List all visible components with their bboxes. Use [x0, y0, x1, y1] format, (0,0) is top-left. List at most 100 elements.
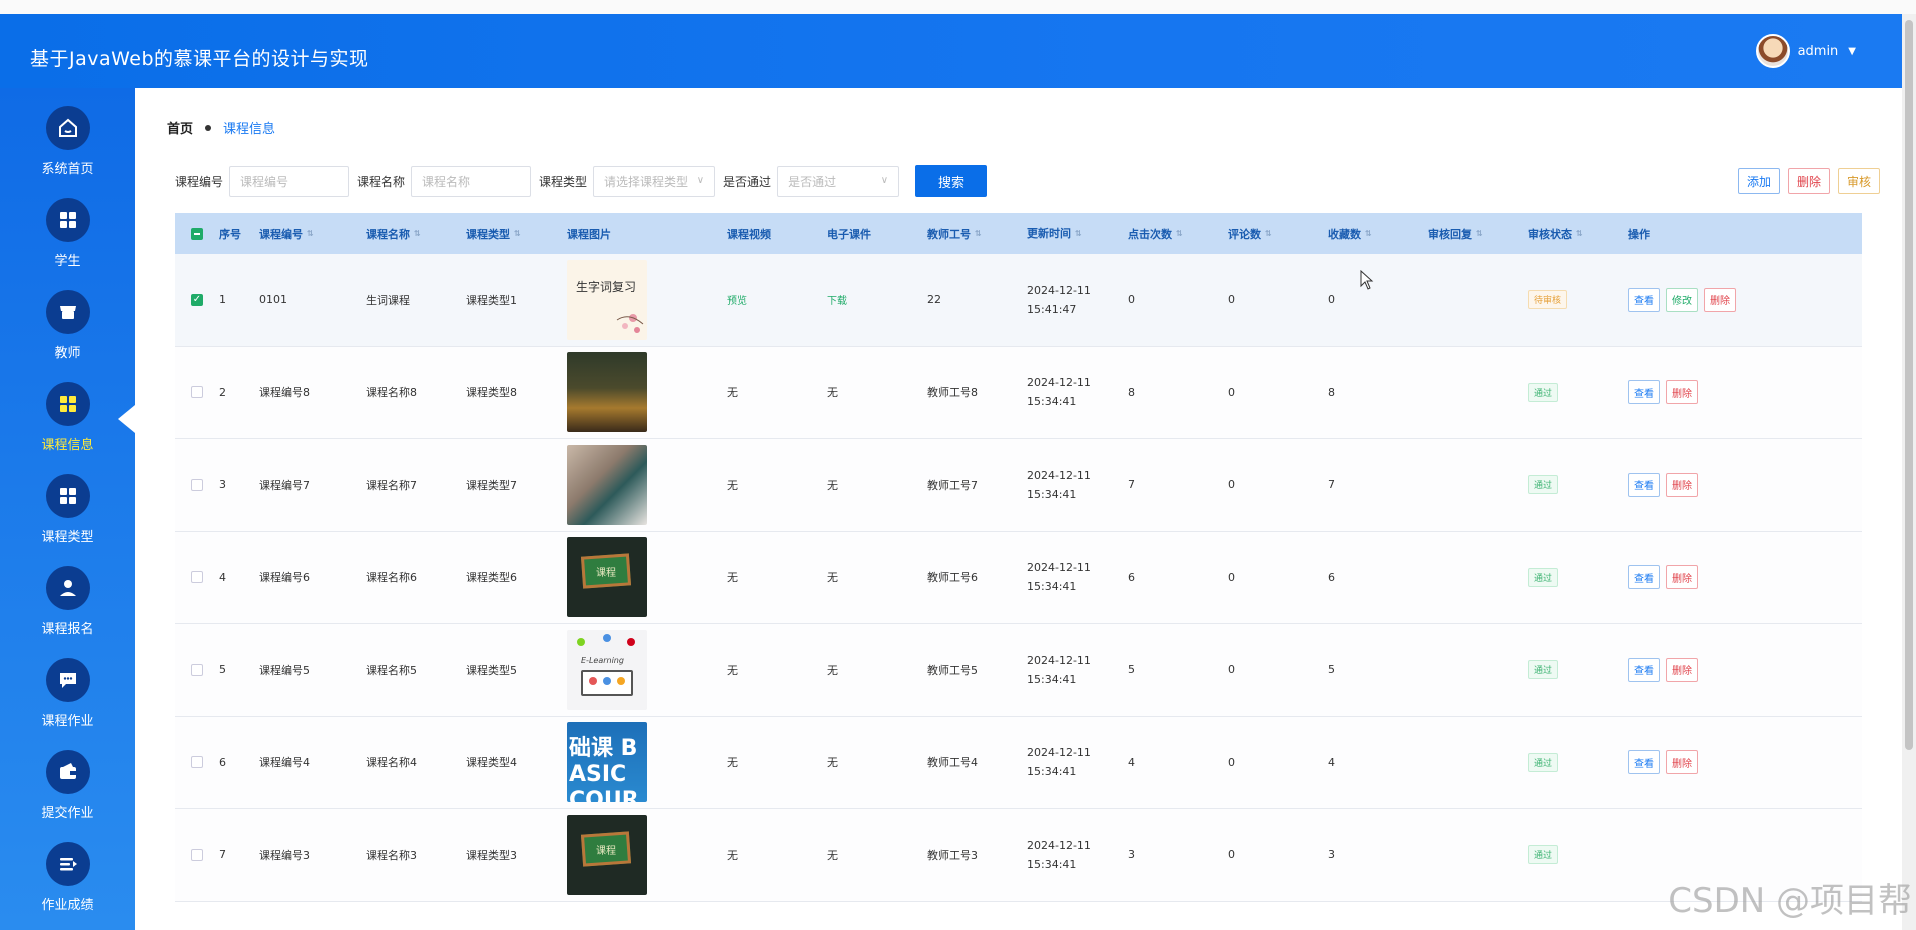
- cell-favorites: 4: [1328, 755, 1335, 769]
- cell-courseware: 无: [827, 386, 838, 400]
- sidebar-item-label: 提交作业: [41, 806, 94, 821]
- view-button[interactable]: 查看: [1628, 657, 1660, 682]
- sidebar-item-course-info[interactable]: 课程信息: [0, 382, 135, 474]
- select-all-checkbox[interactable]: [175, 227, 219, 240]
- course-thumbnail[interactable]: [567, 444, 647, 525]
- user-menu[interactable]: admin ▼: [1755, 34, 1856, 68]
- sidebar-item-homework[interactable]: 课程作业: [0, 658, 135, 750]
- sort-icon[interactable]: ⇅: [975, 229, 982, 238]
- sort-icon[interactable]: ⇅: [1576, 229, 1583, 238]
- header-audit-reply[interactable]: 审核回复 ⇅: [1428, 226, 1528, 242]
- add-button[interactable]: 添加: [1737, 168, 1780, 194]
- sidebar-item-students[interactable]: 学生: [0, 198, 135, 290]
- course-thumbnail[interactable]: 生字词复习: [567, 259, 647, 340]
- course-thumbnail[interactable]: E-Learning: [567, 629, 647, 710]
- cell-comments: 0: [1228, 663, 1235, 677]
- edit-button[interactable]: 修改: [1666, 287, 1698, 312]
- course-name-label: 课程名称: [357, 174, 406, 189]
- course-thumbnail[interactable]: [567, 352, 647, 433]
- cell-audit-state: 待审核: [1528, 290, 1628, 310]
- delete-button[interactable]: 删除: [1704, 287, 1736, 312]
- sort-icon[interactable]: ⇅: [1265, 229, 1272, 238]
- row-checkbox[interactable]: [175, 478, 219, 491]
- row-checkbox[interactable]: ✓: [175, 293, 219, 306]
- video-preview-link[interactable]: 预览: [727, 292, 747, 307]
- header-course-type[interactable]: 课程类型 ⇅: [466, 226, 567, 242]
- course-type-select[interactable]: 请选择课程类型 ∨: [593, 165, 716, 197]
- view-button[interactable]: 查看: [1628, 565, 1660, 590]
- header-audit-state[interactable]: 审核状态 ⇅: [1528, 226, 1628, 242]
- cell-audit-state: 通过: [1528, 382, 1628, 402]
- cell-click-count: 8: [1128, 385, 1135, 399]
- row-checkbox[interactable]: [175, 756, 219, 769]
- course-code-label: 课程编号: [175, 174, 224, 189]
- cell-audit-state: 通过: [1528, 845, 1628, 865]
- view-button[interactable]: 查看: [1628, 287, 1660, 312]
- sort-icon[interactable]: ⇅: [514, 229, 521, 238]
- course-thumbnail[interactable]: 课程: [567, 814, 647, 895]
- sidebar-item-teachers[interactable]: 教师: [0, 290, 135, 382]
- breadcrumb-home[interactable]: 首页: [167, 118, 193, 137]
- header-course-code[interactable]: 课程编号 ⇅: [259, 226, 366, 242]
- header-teacher-id[interactable]: 教师工号 ⇅: [927, 226, 1027, 242]
- course-table: 序号 课程编号 ⇅ 课程名称 ⇅ 课程类型 ⇅ 课程图片 课程视频 电子课件 教师工号…: [175, 213, 1862, 902]
- header-click-count[interactable]: 点击次数 ⇅: [1128, 226, 1228, 242]
- sidebar-item-grades[interactable]: 作业成绩: [0, 842, 135, 930]
- cell-click-count: 0: [1128, 293, 1135, 307]
- cell-courseware: 无: [827, 848, 838, 862]
- cell-course-image: E-Learning: [567, 629, 727, 710]
- store-icon: [45, 290, 90, 334]
- courseware-download-link[interactable]: 下载: [827, 292, 847, 307]
- search-button[interactable]: 搜索: [915, 165, 988, 197]
- sidebar-item-home[interactable]: 系统首页: [0, 106, 135, 198]
- scrollbar-thumb[interactable]: [1905, 20, 1913, 750]
- cell-teacher-id: 教师工号8: [927, 386, 978, 400]
- header-favorites[interactable]: 收藏数 ⇅: [1328, 226, 1428, 242]
- view-button[interactable]: 查看: [1628, 472, 1660, 497]
- row-checkbox[interactable]: [175, 571, 219, 584]
- delete-button[interactable]: 删除: [1666, 380, 1698, 405]
- delete-button[interactable]: 删除: [1666, 657, 1698, 682]
- sort-icon[interactable]: ⇅: [1176, 229, 1183, 238]
- header-update-time[interactable]: 更新时间 ⇅: [1027, 224, 1128, 243]
- row-checkbox[interactable]: [175, 386, 219, 399]
- cell-course-name: 课程名称7: [366, 478, 417, 492]
- pass-select[interactable]: 是否通过 ∨: [777, 165, 900, 197]
- sort-icon[interactable]: ⇅: [1476, 229, 1483, 238]
- course-name-input[interactable]: 课程名称: [411, 165, 532, 197]
- table-row: 6 课程编号4 课程名称4 课程类型4 础课 BASIC COURSE 无 无 …: [175, 716, 1862, 809]
- delete-button[interactable]: 删除: [1666, 565, 1698, 590]
- cell-course-image: 础课 BASIC COURSE: [567, 722, 727, 803]
- row-checkbox[interactable]: [175, 848, 219, 861]
- batch-delete-button[interactable]: 删除: [1787, 168, 1830, 194]
- sort-icon[interactable]: ⇅: [414, 229, 421, 238]
- sort-icon[interactable]: ⇅: [307, 229, 314, 238]
- sort-icon[interactable]: ⇅: [1075, 224, 1082, 243]
- app-title: 基于JavaWeb的慕课平台的设计与实现: [30, 48, 369, 70]
- sidebar-item-course-enroll[interactable]: 课程报名: [0, 566, 135, 658]
- delete-button[interactable]: 删除: [1666, 472, 1698, 497]
- header-comments[interactable]: 评论数 ⇅: [1228, 226, 1328, 242]
- wallet-icon: [45, 750, 90, 794]
- view-button[interactable]: 查看: [1628, 750, 1660, 775]
- sort-icon[interactable]: ⇅: [1365, 229, 1372, 238]
- course-type-placeholder: 请选择课程类型: [604, 174, 689, 189]
- header-label: 更新时间: [1027, 227, 1071, 240]
- course-thumbnail[interactable]: 础课 BASIC COURSE: [567, 722, 647, 803]
- row-checkbox[interactable]: [175, 663, 219, 676]
- list-icon: [45, 842, 90, 886]
- sidebar-item-course-types[interactable]: 课程类型: [0, 474, 135, 566]
- header-course-name[interactable]: 课程名称 ⇅: [366, 226, 466, 242]
- page-scrollbar[interactable]: [1902, 14, 1916, 930]
- view-button[interactable]: 查看: [1628, 380, 1660, 405]
- browser-top-strip: [0, 0, 1916, 14]
- sidebar-item-label: 课程作业: [41, 714, 94, 729]
- delete-button[interactable]: 删除: [1666, 750, 1698, 775]
- course-thumbnail[interactable]: 课程: [567, 537, 647, 618]
- sidebar-item-submit-homework[interactable]: 提交作业: [0, 750, 135, 842]
- audit-button[interactable]: 审核: [1837, 168, 1880, 194]
- cell-click-count: 5: [1128, 663, 1135, 677]
- cell-comments: 0: [1228, 385, 1235, 399]
- search-form: 课程编号 课程编号 课程名称 课程名称 课程类型 请选择课程类型 ∨ 是否通过 …: [175, 165, 988, 197]
- course-code-input[interactable]: 课程编号: [229, 165, 350, 197]
